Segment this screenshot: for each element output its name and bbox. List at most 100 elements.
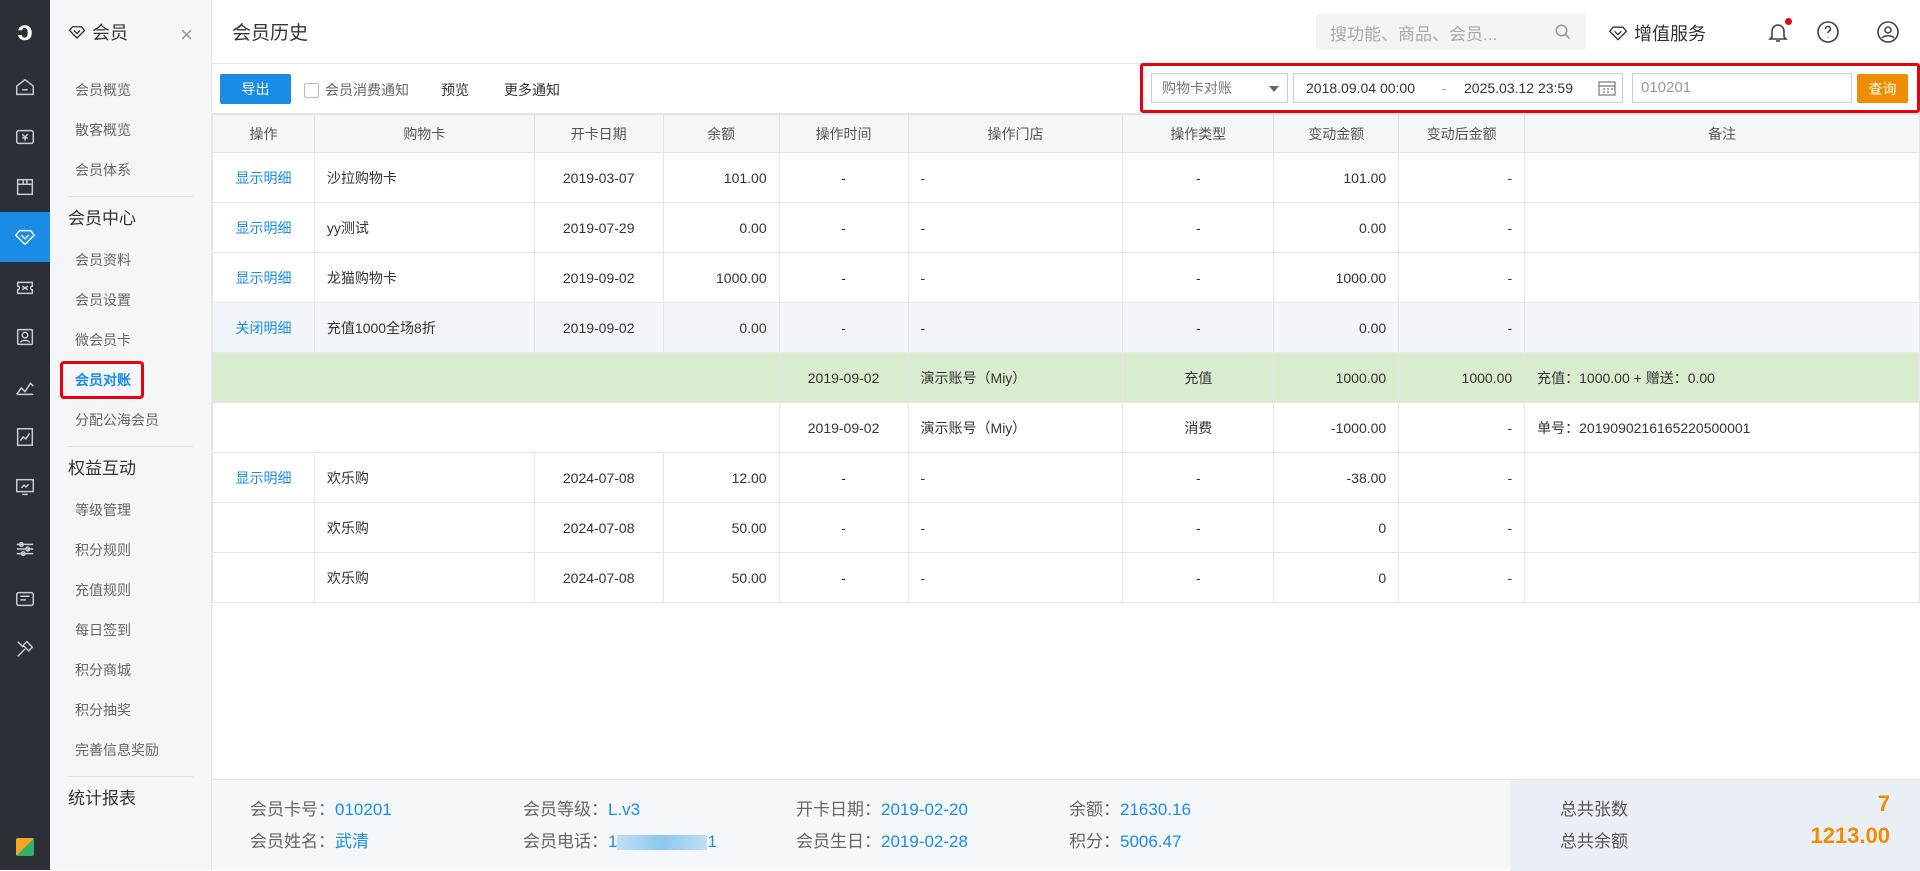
sidebar-item-member-overview[interactable]: 会员概览 — [50, 70, 211, 110]
search-icon[interactable] — [1554, 23, 1572, 41]
query-button[interactable]: 查询 — [1857, 74, 1908, 103]
total-balance-label: 总共余额 — [1560, 832, 1628, 851]
monitor-icon[interactable] — [0, 462, 50, 512]
cell-balance: 101.00 — [662, 152, 780, 203]
table-row: 显示明细 沙拉购物卡 2019-03-07 101.00 - - - 101.0… — [212, 152, 1920, 203]
close-detail-link[interactable]: 关闭明细 — [212, 302, 315, 353]
cell-change: 101.00 — [1273, 152, 1400, 203]
sidebar-item-assign-pool[interactable]: 分配公海会员 — [50, 400, 211, 440]
cell-balance: 0.00 — [662, 202, 780, 253]
cell-after: - — [1398, 402, 1526, 453]
calendar-icon[interactable] — [1598, 80, 1616, 96]
table-row: 显示明细 yy测试 2019-07-29 0.00 - - - 0.00 - — [212, 202, 1920, 253]
cell-remark — [1524, 502, 1920, 553]
cashier-icon[interactable] — [0, 112, 50, 162]
cell-op-type: 消费 — [1122, 402, 1275, 453]
date-to[interactable]: 2025.03.12 23:59 — [1464, 74, 1573, 102]
cell-op-type: - — [1122, 552, 1275, 603]
cell-store: - — [907, 252, 1124, 303]
checkbox-label: 会员消费通知 — [325, 82, 409, 98]
sidebar-item-guest-overview[interactable]: 散客概览 — [50, 110, 211, 150]
cell-card: 欢乐购 — [313, 502, 535, 553]
date-from[interactable]: 2018.09.04 00:00 — [1306, 74, 1415, 102]
sidebar-item-points-rules[interactable]: 积分规则 — [50, 530, 211, 570]
sidebar-item-points-lottery[interactable]: 积分抽奖 — [50, 690, 211, 730]
member-icon[interactable] — [0, 212, 50, 262]
cell-after: - — [1398, 202, 1526, 253]
cell-balance: 50.00 — [662, 552, 780, 603]
bell-icon[interactable] — [1766, 18, 1792, 44]
app-grid-icon[interactable] — [0, 832, 50, 862]
cell-remark — [1524, 252, 1920, 303]
search-input[interactable]: 搜功能、商品、会员... — [1316, 14, 1586, 50]
phone-label: 会员电话： — [523, 832, 608, 851]
table-row: 显示明细 龙猫购物卡 2019-09-02 1000.00 - - - 1000… — [212, 252, 1920, 303]
date-separator: - — [1442, 80, 1447, 96]
app-logo[interactable]: ↄ — [0, 0, 50, 62]
report-icon[interactable] — [0, 412, 50, 462]
phone-value-start: 1 — [608, 832, 618, 851]
cell-change: 0.00 — [1273, 302, 1400, 353]
cell-action — [212, 552, 315, 603]
stats-icon[interactable] — [0, 362, 50, 412]
help-icon[interactable] — [1816, 20, 1840, 44]
sidebar-item-points-mall[interactable]: 积分商城 — [50, 650, 211, 690]
type-select[interactable]: 购物卡对账 — [1151, 73, 1288, 103]
preview-link[interactable]: 预览 — [441, 80, 469, 100]
cell-remark: 充值：1000.00 + 赠送：0.00 — [1524, 352, 1920, 403]
cell-balance: 50.00 — [662, 502, 780, 553]
value-added-services-button[interactable]: 增值服务 — [1608, 20, 1706, 46]
sidebar-item-member-system[interactable]: 会员体系 — [50, 150, 211, 190]
totals-panel: 总共张数 7 总共余额 1213.00 — [1510, 780, 1920, 871]
cell-op-time: - — [778, 302, 909, 353]
export-button[interactable]: 导出 — [220, 74, 291, 104]
blank-cell — [662, 402, 780, 453]
vas-label: 增值服务 — [1634, 24, 1706, 44]
user-icon[interactable] — [1876, 20, 1900, 44]
date-range-picker[interactable]: 2018.09.04 00:00 - 2025.03.12 23:59 — [1293, 73, 1623, 103]
points-field: 积分：5006.47 — [1069, 827, 1181, 852]
sidebar-item-member-profile[interactable]: 会员资料 — [50, 240, 211, 280]
sidebar-item-label: 会员对账 — [60, 361, 144, 399]
tools-icon[interactable] — [0, 624, 50, 674]
cell-store: 演示账号（Miy） — [907, 352, 1124, 403]
goods-icon[interactable] — [0, 162, 50, 212]
staff-icon[interactable] — [0, 312, 50, 362]
col-balance: 余额 — [662, 114, 780, 153]
cell-change: 1000.00 — [1273, 352, 1400, 403]
sidebar-item-reconciliation[interactable]: 会员对账 — [50, 360, 211, 400]
cell-op-time: - — [778, 502, 909, 553]
consume-notify-checkbox[interactable]: 会员消费通知 — [304, 80, 409, 100]
detail-row: 2019-09-02 演示账号（Miy） 充值 1000.00 1000.00 … — [212, 352, 1920, 403]
more-notify-link[interactable]: 更多通知 — [504, 80, 560, 100]
balance-field: 余额：21630.16 — [1069, 795, 1191, 820]
cell-op-time: 2019-09-02 — [778, 352, 909, 403]
cell-op-type: - — [1122, 252, 1275, 303]
coupon-icon[interactable] — [0, 262, 50, 312]
sidebar-item-levels[interactable]: 等级管理 — [50, 490, 211, 530]
checkbox-box[interactable] — [304, 82, 319, 98]
sidebar-item-member-settings[interactable]: 会员设置 — [50, 280, 211, 320]
show-detail-link[interactable]: 显示明细 — [212, 252, 315, 303]
page-title: 会员历史 — [232, 23, 309, 44]
home-icon[interactable] — [0, 62, 50, 112]
sidebar-item-daily-checkin[interactable]: 每日签到 — [50, 610, 211, 650]
cell-store: - — [907, 302, 1124, 353]
show-detail-link[interactable]: 显示明细 — [212, 202, 315, 253]
close-icon[interactable]: × — [180, 22, 193, 48]
settings-icon[interactable] — [0, 524, 50, 574]
show-detail-link[interactable]: 显示明细 — [212, 152, 315, 203]
cell-card: 龙猫购物卡 — [313, 252, 535, 303]
sidebar-item-micro-card[interactable]: 微会员卡 — [50, 320, 211, 360]
blank-cell — [313, 352, 535, 403]
level-value: L.v3 — [608, 800, 641, 819]
sidebar-item-recharge-rules[interactable]: 充值规则 — [50, 570, 211, 610]
keyword-input[interactable]: 010201 — [1632, 73, 1852, 103]
show-detail-link[interactable]: 显示明细 — [212, 452, 315, 503]
balance-value: 21630.16 — [1120, 800, 1191, 819]
sidebar-item-profile-reward[interactable]: 完善信息奖励 — [50, 730, 211, 770]
cell-op-type: - — [1122, 152, 1275, 203]
history-table: 操作 购物卡 开卡日期 余额 操作时间 操作门店 操作类型 变动金额 变动后金额… — [212, 114, 1920, 603]
cell-change: 0.00 — [1273, 202, 1400, 253]
device-icon[interactable] — [0, 574, 50, 624]
